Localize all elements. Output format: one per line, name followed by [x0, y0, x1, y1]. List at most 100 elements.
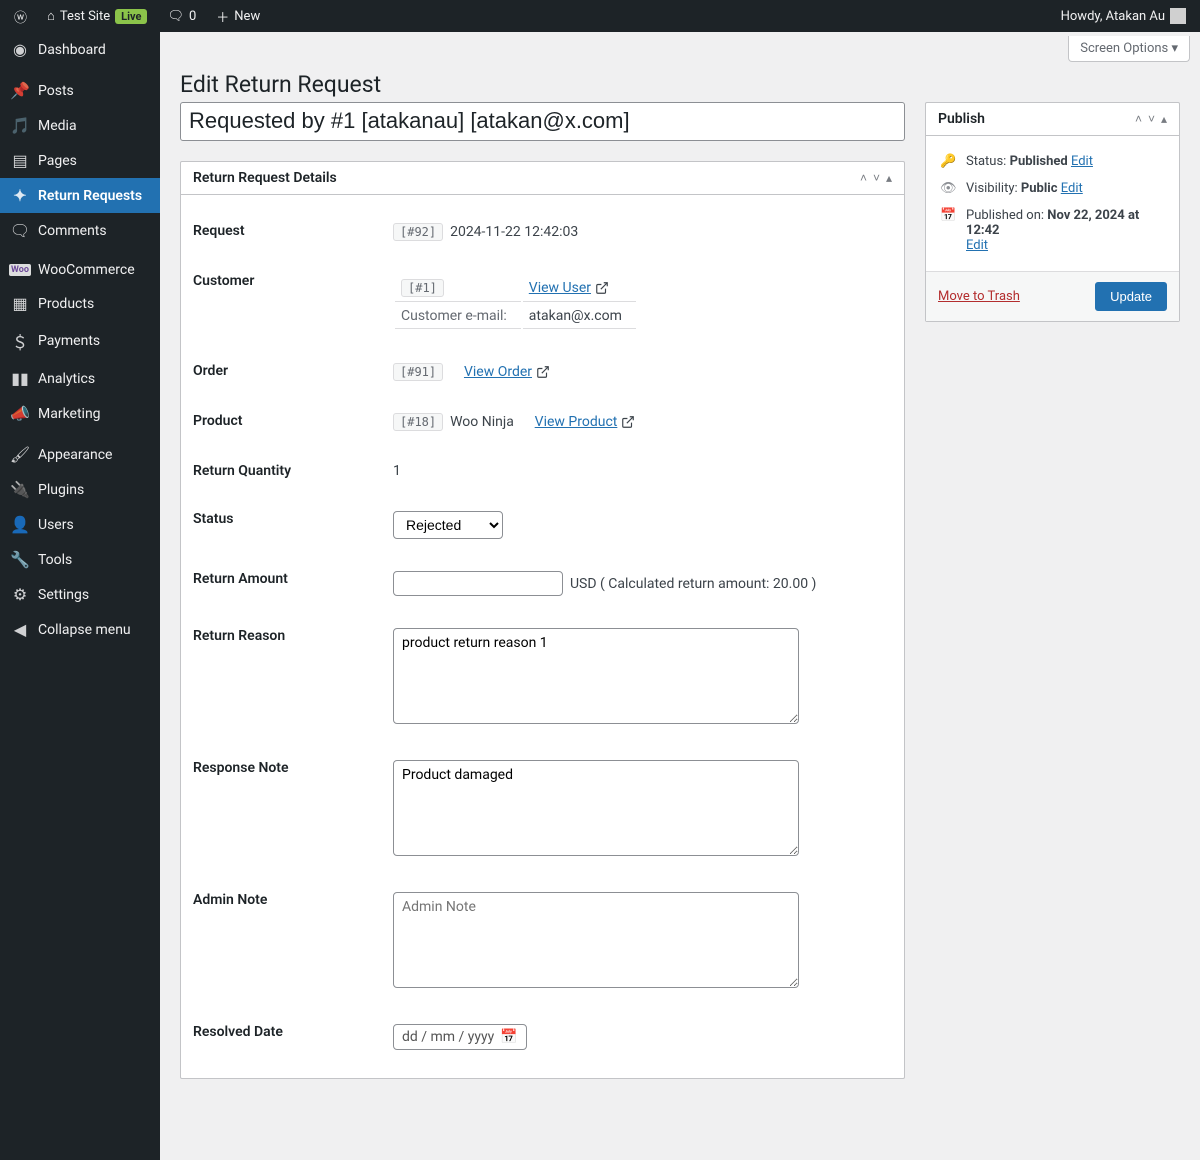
move-down-icon[interactable]: ˅: [1148, 112, 1155, 126]
external-link-icon: [536, 365, 550, 379]
label-response-note: Response Note: [193, 760, 393, 860]
details-box-title: Return Request Details: [193, 170, 337, 186]
wordpress-icon: ⓦ: [14, 7, 27, 26]
comment-icon: 🗨: [167, 9, 184, 24]
sidebar-item-settings[interactable]: ⚙Settings: [0, 577, 160, 612]
move-to-trash-link[interactable]: Move to Trash: [938, 289, 1020, 304]
sidebar-item-plugins[interactable]: 🔌Plugins: [0, 472, 160, 507]
edit-date-link[interactable]: Edit: [966, 238, 988, 253]
calendar-icon: 📅: [940, 208, 956, 223]
view-product-link[interactable]: View Product: [535, 414, 636, 430]
label-resolved-date: Resolved Date: [193, 1024, 393, 1050]
pin-icon: 📌: [10, 81, 30, 100]
page-title: Edit Return Request: [160, 62, 1200, 102]
sidebar-item-marketing[interactable]: 📣Marketing: [0, 396, 160, 431]
post-title-input[interactable]: [180, 102, 905, 141]
admin-note-textarea[interactable]: [393, 892, 799, 988]
resolved-date-input[interactable]: dd / mm / yyyy 📅: [393, 1024, 527, 1050]
sidebar-item-pages[interactable]: ▤Pages: [0, 143, 160, 178]
collapse-icon: ◀: [10, 620, 30, 639]
label-status: Status: [193, 511, 393, 539]
sliders-icon: ⚙: [10, 585, 30, 604]
external-link-icon: [595, 281, 609, 295]
sidebar-item-woocommerce[interactable]: WooWooCommerce: [0, 254, 160, 286]
plug-icon: 🔌: [10, 480, 30, 499]
label-order: Order: [193, 363, 393, 381]
view-user-link[interactable]: View User: [529, 280, 609, 296]
admin-toolbar: ⓦ ⌂ Test Site Live 🗨 0 ＋ New Howdy, Atak…: [0, 0, 1200, 32]
admin-sidebar: ◉Dashboard 📌Posts 🎵Media ▤Pages ✦Return …: [0, 32, 160, 1160]
return-request-details-box: Return Request Details ˄ ˅ ▴ Request [#9…: [180, 161, 905, 1079]
sidebar-item-products[interactable]: ▦Products: [0, 286, 160, 321]
media-icon: 🎵: [10, 116, 30, 135]
move-up-icon[interactable]: ˄: [860, 171, 867, 185]
return-qty-value: 1: [393, 463, 892, 479]
avatar: [1170, 8, 1186, 24]
customer-email-value: atakan@x.com: [523, 304, 636, 329]
label-return-qty: Return Quantity: [193, 463, 393, 479]
wp-logo[interactable]: ⓦ: [8, 0, 33, 32]
publish-box: Publish ˄ ˅ ▴ 🔑 Status: Published Edit: [925, 102, 1180, 322]
new-content-link[interactable]: ＋ New: [210, 0, 266, 32]
response-note-textarea[interactable]: Product damaged: [393, 760, 799, 856]
new-label: New: [234, 9, 260, 24]
order-id-badge: [#91]: [393, 363, 443, 381]
comments-icon: 🗨: [10, 221, 30, 240]
request-date: 2024-11-22 12:42:03: [450, 224, 578, 240]
product-name: Woo Ninja: [450, 414, 514, 430]
live-badge: Live: [115, 9, 147, 24]
toggle-icon[interactable]: ▴: [886, 171, 892, 185]
sidebar-item-dashboard[interactable]: ◉Dashboard: [0, 32, 160, 67]
status-value: Published: [1010, 154, 1068, 169]
key-icon: 🔑: [940, 154, 956, 169]
sidebar-item-analytics[interactable]: ▮▮Analytics: [0, 361, 160, 396]
sidebar-item-media[interactable]: 🎵Media: [0, 108, 160, 143]
product-id-badge: [#18]: [393, 413, 443, 431]
rocket-icon: ✦: [10, 186, 30, 205]
dashboard-icon: ◉: [10, 40, 30, 59]
label-customer: Customer: [193, 273, 393, 331]
publish-box-title: Publish: [938, 111, 985, 127]
sidebar-item-comments[interactable]: 🗨Comments: [0, 213, 160, 248]
comments-link[interactable]: 🗨 0: [161, 0, 202, 32]
payments-icon: ＄: [10, 329, 30, 353]
site-link[interactable]: ⌂ Test Site Live: [41, 0, 153, 32]
status-select[interactable]: Rejected: [393, 511, 503, 539]
site-name: Test Site: [60, 9, 110, 24]
comments-count: 0: [189, 9, 196, 24]
sidebar-collapse[interactable]: ◀Collapse menu: [0, 612, 160, 647]
account-link[interactable]: Howdy, Atakan Au: [1055, 0, 1192, 32]
label-admin-note: Admin Note: [193, 892, 393, 992]
toggle-icon[interactable]: ▴: [1161, 112, 1167, 126]
request-id-badge: [#92]: [393, 223, 443, 241]
woocommerce-icon: Woo: [10, 264, 30, 276]
sidebar-item-tools[interactable]: 🔧Tools: [0, 542, 160, 577]
main-content: Screen Options ▾ Edit Return Request Ret…: [160, 32, 1200, 1119]
label-return-amount: Return Amount: [193, 571, 393, 596]
move-down-icon[interactable]: ˅: [873, 171, 880, 185]
customer-id-badge: [#1]: [401, 279, 444, 297]
user-icon: 👤: [10, 515, 30, 534]
edit-visibility-link[interactable]: Edit: [1061, 181, 1083, 196]
screen-options-toggle[interactable]: Screen Options ▾: [1068, 36, 1190, 62]
sidebar-item-return-requests[interactable]: ✦Return Requests: [0, 178, 160, 213]
products-icon: ▦: [10, 294, 30, 313]
sidebar-item-users[interactable]: 👤Users: [0, 507, 160, 542]
visibility-label: Visibility:: [966, 181, 1018, 196]
return-reason-textarea[interactable]: product return reason 1: [393, 628, 799, 724]
label-request: Request: [193, 223, 393, 241]
calendar-icon: 📅: [500, 1029, 517, 1045]
move-up-icon[interactable]: ˄: [1135, 112, 1142, 126]
sidebar-item-posts[interactable]: 📌Posts: [0, 73, 160, 108]
sidebar-item-appearance[interactable]: 🖌Appearance: [0, 437, 160, 472]
amount-currency: USD: [570, 576, 597, 592]
return-amount-input[interactable]: [393, 571, 563, 596]
analytics-icon: ▮▮: [10, 369, 30, 388]
published-on-label: Published on:: [966, 208, 1044, 223]
sidebar-item-payments[interactable]: ＄Payments: [0, 321, 160, 361]
update-button[interactable]: Update: [1095, 282, 1167, 311]
edit-status-link[interactable]: Edit: [1071, 154, 1093, 169]
status-label: Status:: [966, 154, 1006, 169]
external-link-icon: [621, 415, 635, 429]
view-order-link[interactable]: View Order: [464, 364, 550, 380]
